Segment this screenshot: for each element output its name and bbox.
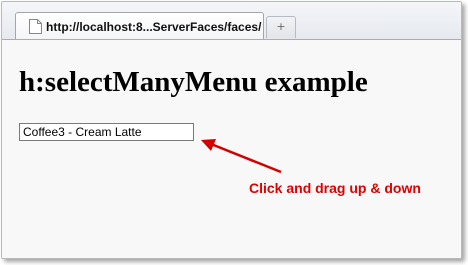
arrow-icon	[201, 139, 282, 174]
tab-bar: http://localhost:8...ServerFaces/faces/ …	[2, 2, 461, 40]
browser-tab[interactable]: http://localhost:8...ServerFaces/faces/	[15, 12, 264, 39]
new-tab-icon[interactable]: +	[266, 16, 296, 38]
browser-window: http://localhost:8...ServerFaces/faces/ …	[1, 1, 462, 259]
page-icon	[29, 19, 42, 34]
annotation-text: Click and drag up & down	[249, 180, 421, 196]
tab-title: http://localhost:8...ServerFaces/faces/	[46, 20, 262, 34]
page-content: h:selectManyMenu example Coffee3 - Cream…	[2, 40, 461, 258]
